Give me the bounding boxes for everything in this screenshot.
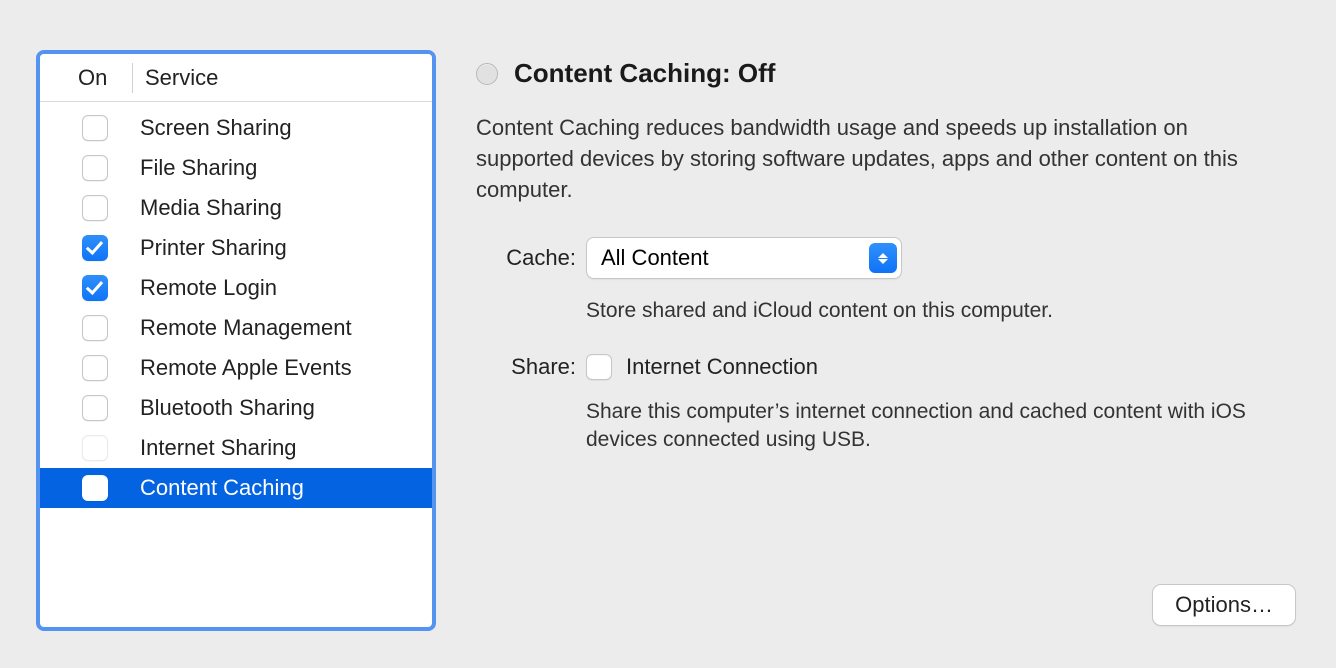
share-option-label: Internet Connection [626,354,818,380]
options-button[interactable]: Options… [1152,584,1296,626]
service-label: Internet Sharing [140,435,297,461]
service-label: Media Sharing [140,195,282,221]
services-sidebar: On Service Screen Sharing File Sharing M… [36,50,436,631]
detail-panel: Content Caching: Off Content Caching red… [476,58,1296,482]
service-checkbox[interactable] [82,475,108,501]
cache-popup[interactable]: All Content [586,237,902,279]
status-indicator-icon [476,63,498,85]
share-internet-checkbox[interactable] [586,354,612,380]
service-checkbox[interactable] [82,155,108,181]
service-checkbox[interactable] [82,195,108,221]
cache-label: Cache: [476,245,576,271]
column-divider [132,63,133,93]
service-label: Remote Login [140,275,277,301]
service-checkbox[interactable] [82,395,108,421]
service-label: Content Caching [140,475,304,501]
service-row-file-sharing[interactable]: File Sharing [40,148,432,188]
service-label: Printer Sharing [140,235,287,261]
status-title: Content Caching: Off [514,58,775,89]
service-checkbox[interactable] [82,235,108,261]
service-row-remote-login[interactable]: Remote Login [40,268,432,308]
service-row-screen-sharing[interactable]: Screen Sharing [40,108,432,148]
service-label: Bluetooth Sharing [140,395,315,421]
service-label: Remote Management [140,315,352,341]
cache-field-group: Cache: All Content Store shared and iClo… [476,237,1296,325]
cache-popup-value: All Content [601,245,709,271]
services-header: On Service [40,54,432,102]
service-row-remote-apple-events[interactable]: Remote Apple Events [40,348,432,388]
services-list: Screen Sharing File Sharing Media Sharin… [40,102,432,508]
service-row-bluetooth-sharing[interactable]: Bluetooth Sharing [40,388,432,428]
share-field-group: Share: Internet Connection Share this co… [476,354,1296,455]
sharing-preferences: On Service Screen Sharing File Sharing M… [0,0,1336,668]
service-checkbox[interactable] [82,355,108,381]
service-checkbox[interactable] [82,275,108,301]
service-description: Content Caching reduces bandwidth usage … [476,113,1276,205]
column-header-service[interactable]: Service [145,65,432,91]
popup-arrows-icon [869,243,897,273]
service-label: Screen Sharing [140,115,292,141]
service-row-media-sharing[interactable]: Media Sharing [40,188,432,228]
service-row-printer-sharing[interactable]: Printer Sharing [40,228,432,268]
service-checkbox[interactable] [82,315,108,341]
service-checkbox[interactable] [82,435,108,461]
status-row: Content Caching: Off [476,58,1296,89]
column-header-on[interactable]: On [40,65,132,91]
share-help-text: Share this computer’s internet connectio… [586,398,1286,455]
cache-help-text: Store shared and iCloud content on this … [586,297,1286,325]
service-row-remote-management[interactable]: Remote Management [40,308,432,348]
service-label: Remote Apple Events [140,355,352,381]
service-checkbox[interactable] [82,115,108,141]
service-row-internet-sharing[interactable]: Internet Sharing [40,428,432,468]
service-label: File Sharing [140,155,257,181]
service-row-content-caching[interactable]: Content Caching [40,468,432,508]
share-label: Share: [476,354,576,380]
